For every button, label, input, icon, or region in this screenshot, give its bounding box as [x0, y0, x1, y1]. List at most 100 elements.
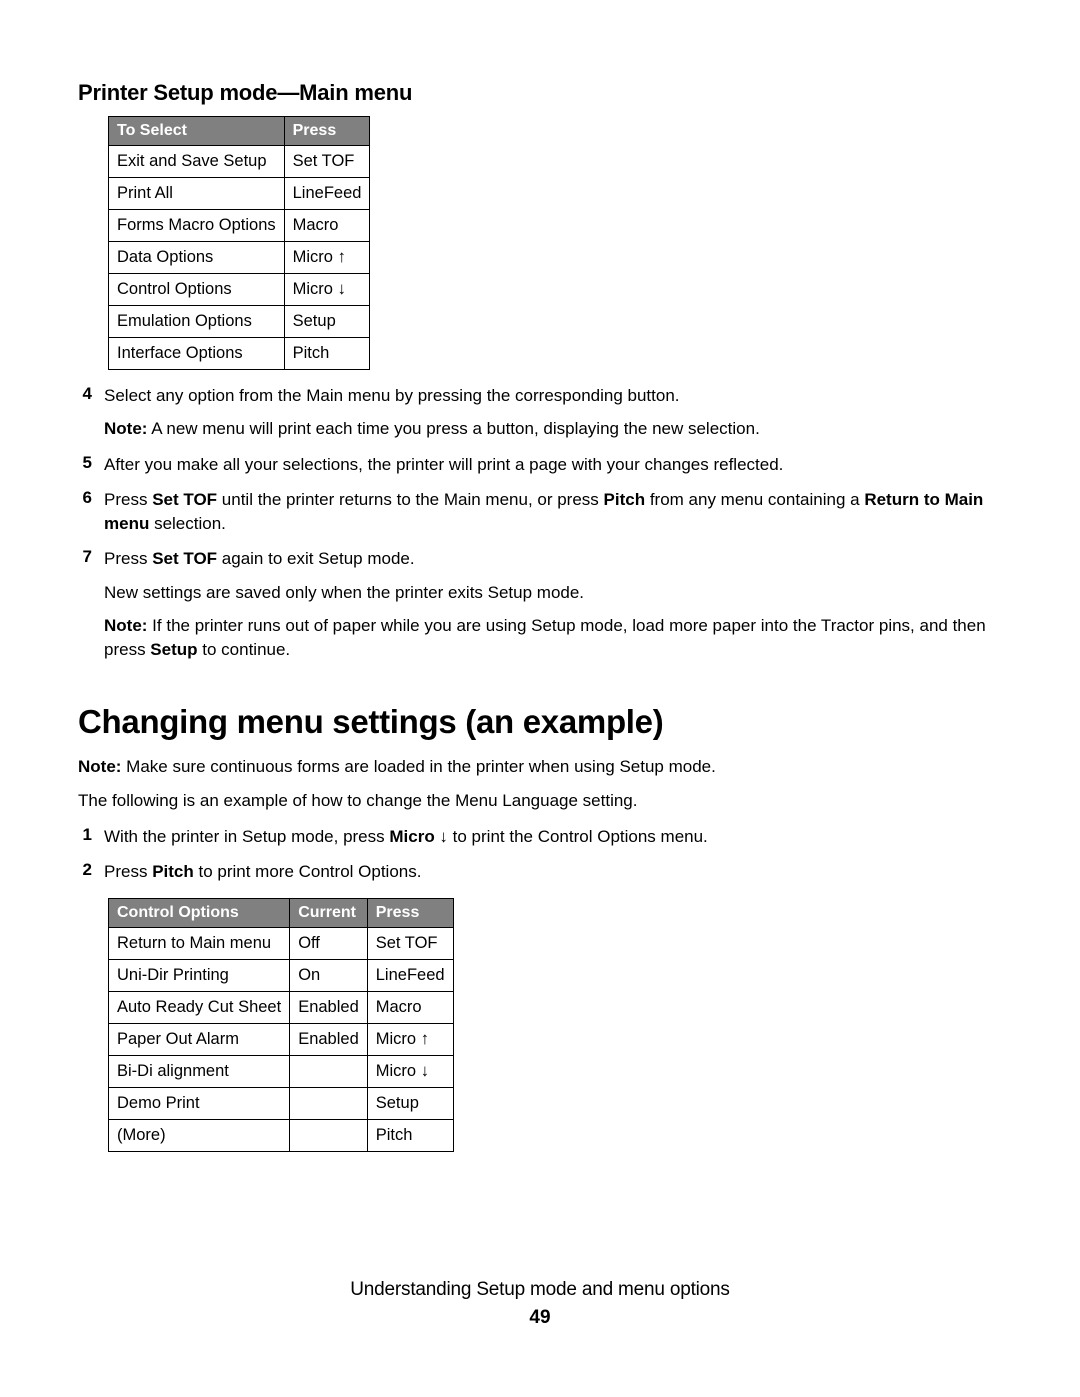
- step-text: to print more Control Options.: [194, 862, 422, 881]
- list-item: 4 Select any option from the Main menu b…: [78, 384, 1002, 441]
- table-header: To Select: [109, 117, 285, 146]
- arrow-up-icon: ↑: [338, 248, 347, 265]
- table-row: Print AllLineFeed: [109, 178, 370, 210]
- table-row: Demo Print Setup: [109, 1087, 454, 1119]
- table-cell: Control Options: [109, 274, 285, 306]
- step-sub-text: New settings are saved only when the pri…: [104, 581, 1002, 604]
- arrow-up-icon: ↑: [421, 1030, 430, 1047]
- page-footer: Understanding Setup mode and menu option…: [0, 1279, 1080, 1329]
- arrow-down-icon: ↓: [338, 280, 347, 297]
- table-cell: Paper Out Alarm: [109, 1023, 290, 1055]
- table-cell: Pitch: [284, 338, 370, 370]
- table-row: Uni-Dir PrintingOnLineFeed: [109, 959, 454, 991]
- table-cell: Set TOF: [284, 146, 370, 178]
- table-cell: Off: [290, 927, 368, 959]
- table-cell: (More): [109, 1119, 290, 1151]
- list-item: 6 Press Set TOF until the printer return…: [78, 488, 1002, 535]
- list-item: 5 After you make all your selections, th…: [78, 453, 1002, 476]
- list-item: 2 Press Pitch to print more Control Opti…: [78, 860, 1002, 883]
- step-text: from any menu containing a: [645, 490, 864, 509]
- note-label: Note:: [78, 757, 121, 776]
- step-text: With the printer in Setup mode, press: [104, 827, 389, 846]
- step-text: until the printer returns to the Main me…: [217, 490, 603, 509]
- step-bold: Set TOF: [152, 490, 217, 509]
- table-cell: Bi-Di alignment: [109, 1055, 290, 1087]
- table-cell: Enabled: [290, 991, 368, 1023]
- step-number: 6: [78, 488, 92, 508]
- table-row: Auto Ready Cut SheetEnabledMacro: [109, 991, 454, 1023]
- step-number: 1: [78, 825, 92, 845]
- table-cell: Pitch: [367, 1119, 453, 1151]
- list-item: 1 With the printer in Setup mode, press …: [78, 825, 1002, 848]
- page-number: 49: [0, 1307, 1080, 1329]
- step-text: Select any option from the Main menu by …: [104, 386, 680, 405]
- table-cell: Setup: [367, 1087, 453, 1119]
- step-bold: Set TOF: [152, 549, 217, 568]
- step-number: 7: [78, 547, 92, 567]
- step-text: ↓ to print the Control Options menu.: [435, 827, 708, 846]
- table-cell: LineFeed: [367, 959, 453, 991]
- step-text: After you make all your selections, the …: [104, 455, 783, 474]
- table-header: Current: [290, 898, 368, 927]
- table-cell: Print All: [109, 178, 285, 210]
- table-row: Exit and Save SetupSet TOF: [109, 146, 370, 178]
- table-header: Press: [284, 117, 370, 146]
- example-list: 1 With the printer in Setup mode, press …: [78, 825, 1002, 884]
- step-number: 4: [78, 384, 92, 404]
- table-row: Paper Out AlarmEnabledMicro ↑: [109, 1023, 454, 1055]
- table-header: Press: [367, 898, 453, 927]
- table-cell: Exit and Save Setup: [109, 146, 285, 178]
- table-cell: Macro: [284, 210, 370, 242]
- note-label: Note:: [104, 616, 147, 635]
- control-options-table: Control Options Current Press Return to …: [108, 898, 454, 1152]
- note-text: Make sure continuous forms are loaded in…: [121, 757, 715, 776]
- table-cell: Forms Macro Options: [109, 210, 285, 242]
- step-number: 5: [78, 453, 92, 473]
- step-text: Press: [104, 490, 152, 509]
- table-cell: Interface Options: [109, 338, 285, 370]
- table-row: (More) Pitch: [109, 1119, 454, 1151]
- table-row: Return to Main menuOffSet TOF: [109, 927, 454, 959]
- table-row: Forms Macro OptionsMacro: [109, 210, 370, 242]
- table-cell: Data Options: [109, 242, 285, 274]
- main-menu-table: To Select Press Exit and Save SetupSet T…: [108, 116, 370, 370]
- table-cell: [290, 1087, 368, 1119]
- step-number: 2: [78, 860, 92, 880]
- intro-text: The following is an example of how to ch…: [78, 789, 1002, 813]
- table-cell: Micro ↓: [284, 274, 370, 306]
- table-cell: On: [290, 959, 368, 991]
- arrow-down-icon: ↓: [421, 1062, 430, 1079]
- step-text: again to exit Setup mode.: [217, 549, 415, 568]
- table-cell: Micro ↑: [284, 242, 370, 274]
- note-bold: Setup: [150, 640, 197, 659]
- table-row: Data OptionsMicro ↑: [109, 242, 370, 274]
- page-heading: Changing menu settings (an example): [78, 703, 1002, 741]
- table-cell: Macro: [367, 991, 453, 1023]
- table-cell: Uni-Dir Printing: [109, 959, 290, 991]
- note-text: to continue.: [198, 640, 291, 659]
- step-bold: Pitch: [152, 862, 194, 881]
- table-cell: [290, 1119, 368, 1151]
- step-bold: Micro: [389, 827, 434, 846]
- table-header: Control Options: [109, 898, 290, 927]
- section-title: Printer Setup mode—Main menu: [78, 80, 1002, 106]
- table-cell: Enabled: [290, 1023, 368, 1055]
- footer-title: Understanding Setup mode and menu option…: [0, 1279, 1080, 1301]
- table-cell: LineFeed: [284, 178, 370, 210]
- table-row: Bi-Di alignment Micro ↓: [109, 1055, 454, 1087]
- table-cell: Demo Print: [109, 1087, 290, 1119]
- table-cell: Micro ↓: [367, 1055, 453, 1087]
- step-text: Press: [104, 862, 152, 881]
- table-cell: [290, 1055, 368, 1087]
- table-cell: Return to Main menu: [109, 927, 290, 959]
- table-row: Interface OptionsPitch: [109, 338, 370, 370]
- table-cell: Emulation Options: [109, 306, 285, 338]
- table-cell: Auto Ready Cut Sheet: [109, 991, 290, 1023]
- table-row: Emulation OptionsSetup: [109, 306, 370, 338]
- table-cell: Micro ↑: [367, 1023, 453, 1055]
- step-bold: Pitch: [604, 490, 646, 509]
- note-text: A new menu will print each time you pres…: [147, 419, 759, 438]
- list-item: 7 Press Set TOF again to exit Setup mode…: [78, 547, 1002, 661]
- step-text: selection.: [149, 514, 226, 533]
- table-row: Control OptionsMicro ↓: [109, 274, 370, 306]
